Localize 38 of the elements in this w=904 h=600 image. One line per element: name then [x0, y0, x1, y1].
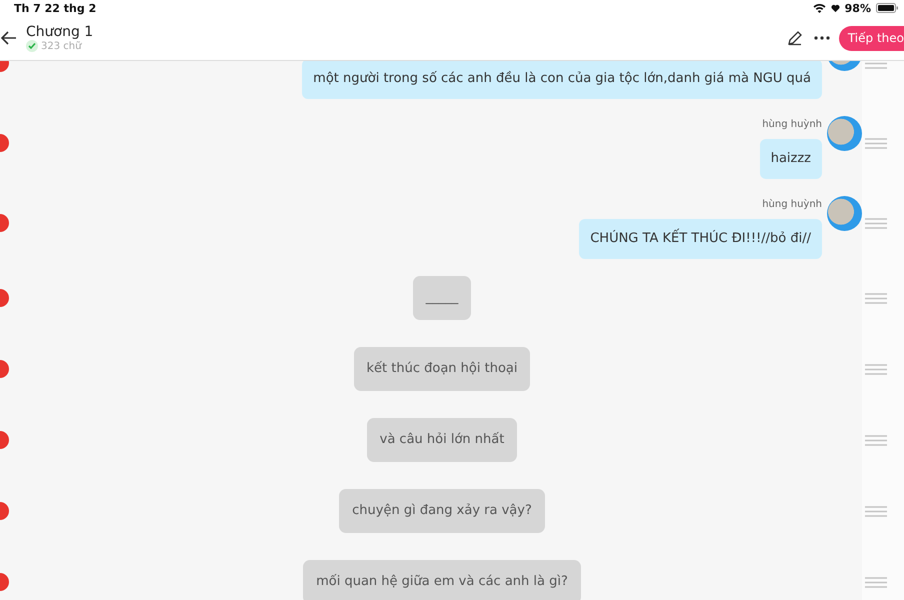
chat-bubble: một người trong số các anh đều là con của gia tộc lớn,danh giá mà NGU quá	[302, 61, 822, 99]
drag-handle-icon[interactable]	[865, 292, 887, 304]
narration-bubble: _____	[412, 276, 472, 320]
drag-handle-icon[interactable]	[865, 61, 887, 69]
avatar	[827, 196, 862, 231]
delete-icon[interactable]	[0, 360, 9, 378]
battery-percent: 98%	[844, 2, 871, 14]
chat-bubble: CHÚNG TA KẾT THÚC ĐI!!!//bỏ đi//	[579, 219, 822, 259]
delete-icon[interactable]	[0, 214, 9, 232]
chat-bubble: haizzz	[760, 139, 822, 179]
status-date: Th 7 22 thg 2	[14, 2, 96, 14]
drag-handle-icon[interactable]	[865, 138, 887, 149]
delete-icon[interactable]	[0, 573, 9, 591]
pencil-icon[interactable]	[786, 30, 803, 46]
drag-handle-icon[interactable]	[865, 364, 887, 374]
author-name: hùng huỳnh	[762, 118, 822, 132]
drag-handle-icon[interactable]	[865, 218, 887, 229]
wifi-icon	[812, 3, 826, 13]
next-button[interactable]: Tiếp theo	[838, 26, 904, 50]
drag-handle-icon[interactable]	[865, 576, 887, 588]
narration-bubble: chuyện gì đang xảy ra vậy?	[339, 489, 545, 533]
narration-bubble: và câu hỏi lớn nhất	[366, 418, 518, 462]
chapter-title: Chương 1	[26, 24, 94, 40]
word-count: 323 chữ	[41, 40, 82, 52]
battery-icon	[876, 3, 898, 13]
delete-icon[interactable]	[0, 502, 9, 520]
delete-icon[interactable]	[0, 289, 9, 307]
drag-handle-icon[interactable]	[865, 434, 887, 446]
heart-icon	[830, 4, 840, 12]
delete-icon[interactable]	[0, 431, 9, 449]
delete-icon[interactable]	[0, 134, 9, 152]
avatar	[827, 116, 862, 151]
author-name: hùng huỳnh	[762, 198, 822, 212]
narration-bubble: mối quan hệ giữa em và các anh là gì?	[303, 560, 581, 600]
drag-handle-icon[interactable]	[865, 506, 887, 516]
back-arrow-icon[interactable]	[0, 29, 18, 47]
more-icon[interactable]	[812, 35, 831, 41]
narration-bubble: kết thúc đoạn hội thoại	[354, 347, 530, 391]
